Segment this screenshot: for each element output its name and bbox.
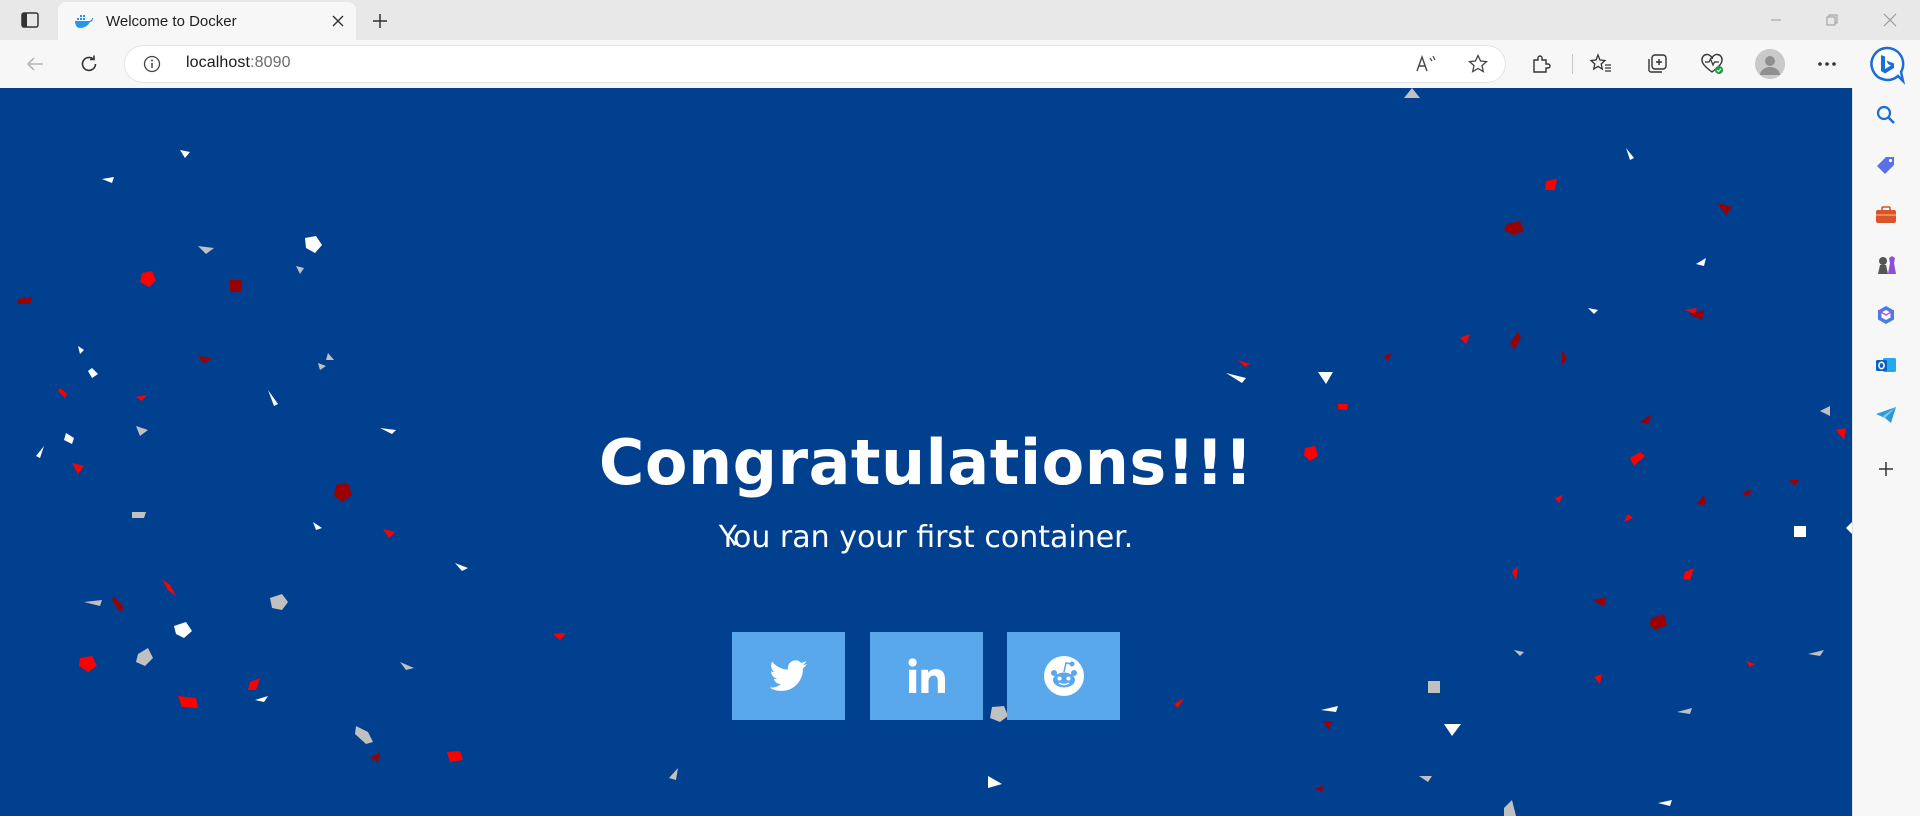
- sidebar-add-button[interactable]: [1870, 453, 1902, 485]
- close-icon: [332, 15, 344, 27]
- linkedin-icon: [907, 658, 945, 694]
- close-tab-button[interactable]: [326, 9, 350, 33]
- info-icon[interactable]: [142, 54, 162, 74]
- restore-icon: [1826, 14, 1838, 26]
- games-icon: [1878, 256, 1896, 274]
- sidebar-search-button[interactable]: [1870, 99, 1902, 131]
- tab-welcome-to-docker[interactable]: Welcome to Docker: [58, 2, 356, 40]
- favorites-icon: [1589, 53, 1611, 72]
- extensions-icon: [1533, 55, 1551, 73]
- extensions-button[interactable]: [1525, 48, 1557, 80]
- restore-window-button[interactable]: [1804, 0, 1860, 40]
- page-headline: Congratulations!!!: [598, 426, 1254, 499]
- add-favorite-button[interactable]: [1462, 48, 1494, 80]
- favorites-button[interactable]: [1585, 48, 1617, 80]
- sidebar-tools-button[interactable]: [1870, 199, 1902, 231]
- collections-icon: [1648, 54, 1667, 73]
- tab-title: Welcome to Docker: [106, 12, 237, 30]
- settings-and-more-button[interactable]: [1811, 48, 1843, 80]
- close-window-button[interactable]: [1862, 0, 1918, 40]
- address-bar[interactable]: localhost:8090: [124, 45, 1506, 83]
- twitter-icon: [769, 660, 807, 691]
- docker-whale-icon: [74, 11, 94, 31]
- docker-welcome-page: Congratulations!!! You ran your first co…: [0, 88, 1852, 816]
- shopping-icon: [1877, 157, 1894, 174]
- outlook-icon: [1876, 358, 1896, 372]
- sidebar-telegram-button[interactable]: [1870, 399, 1902, 431]
- bing-copilot-icon: [1870, 46, 1906, 85]
- minimize-window-button[interactable]: [1748, 0, 1804, 40]
- linkedin-share-button[interactable]: [870, 632, 983, 720]
- toolbar-separator: [1572, 54, 1573, 74]
- edge-sidebar: [1852, 88, 1920, 816]
- minimize-icon: [1771, 19, 1781, 21]
- favorite-star-icon: [1468, 54, 1488, 73]
- collections-button[interactable]: [1641, 48, 1673, 80]
- refresh-button[interactable]: [73, 48, 105, 80]
- reddit-icon: [1043, 656, 1084, 696]
- close-window-icon: [1883, 13, 1897, 27]
- browser-essentials-icon: [1701, 53, 1723, 74]
- back-icon: [26, 57, 43, 71]
- back-button[interactable]: [19, 48, 51, 80]
- new-tab-button[interactable]: [366, 7, 394, 35]
- search-icon: [1876, 105, 1895, 124]
- url-host: localhost: [186, 54, 251, 71]
- profile-icon: [1755, 49, 1785, 79]
- profile-button[interactable]: [1755, 49, 1785, 79]
- url-text: localhost:8090: [186, 54, 291, 72]
- more-icon: [1818, 62, 1836, 66]
- sidebar-shopping-button[interactable]: [1870, 149, 1902, 181]
- sidebar-microsoft-365-button[interactable]: [1870, 299, 1902, 331]
- bing-copilot-button[interactable]: [1864, 43, 1908, 87]
- refresh-icon: [81, 55, 97, 72]
- telegram-icon: [1876, 407, 1896, 423]
- reddit-share-button[interactable]: [1007, 632, 1120, 720]
- read-aloud-button[interactable]: [1410, 48, 1442, 80]
- url-port: :8090: [250, 54, 291, 71]
- microsoft-365-icon: [1877, 306, 1895, 324]
- tab-strip: Welcome to Docker: [0, 0, 1920, 40]
- browser-essentials-button[interactable]: [1696, 48, 1728, 80]
- plus-icon: [373, 14, 387, 28]
- browser-toolbar: localhost:8090: [0, 40, 1920, 88]
- tools-icon: [1876, 206, 1896, 223]
- sidebar-games-button[interactable]: [1870, 249, 1902, 281]
- twitter-share-button[interactable]: [732, 632, 845, 720]
- add-icon: [1879, 462, 1893, 476]
- read-aloud-icon: [1416, 55, 1436, 72]
- tab-actions-icon: [21, 12, 39, 28]
- tab-actions-menu-button[interactable]: [14, 8, 46, 32]
- sidebar-outlook-button[interactable]: [1870, 349, 1902, 381]
- page-subline: You ran your first container.: [718, 520, 1134, 555]
